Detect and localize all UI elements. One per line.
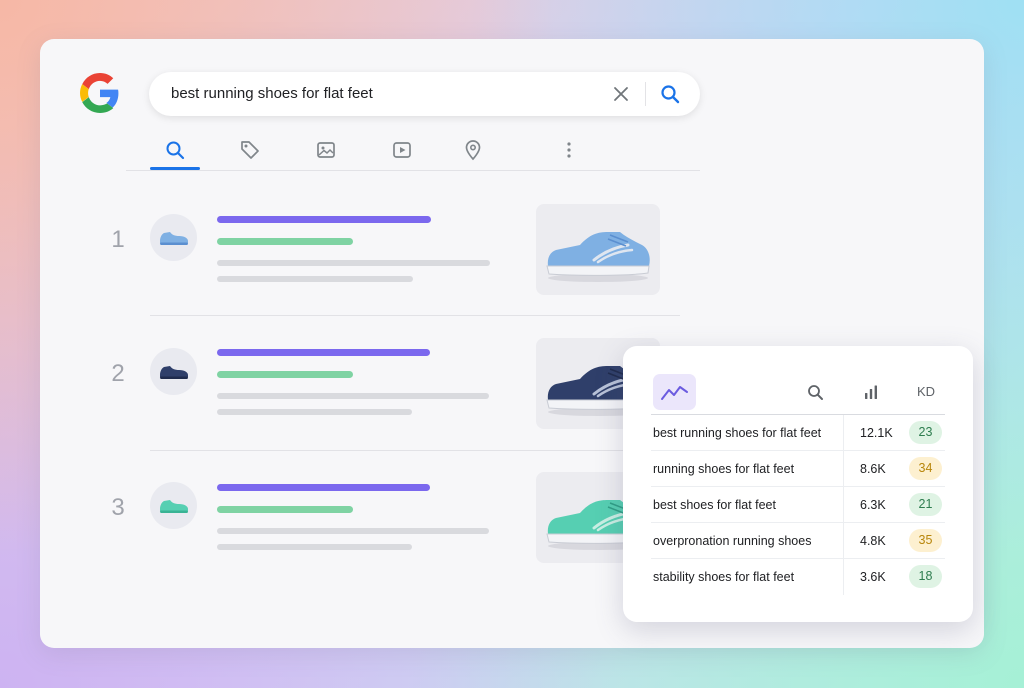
- search-volume-header-search-icon: [808, 385, 823, 400]
- search-volume: 4.8K: [860, 534, 886, 548]
- google-logo-icon[interactable]: [80, 73, 120, 113]
- result-snippet-placeholder: [217, 544, 412, 550]
- search-bar[interactable]: best running shoes for flat feet: [149, 72, 700, 116]
- result-snippet-placeholder: [217, 276, 413, 282]
- kd-badge: 23: [909, 421, 942, 444]
- result-thumbnail-light-blue-shoe[interactable]: [536, 204, 660, 295]
- sneaker-icon: [160, 500, 188, 513]
- tab-shopping-tag-icon[interactable]: [239, 139, 261, 161]
- search-input[interactable]: best running shoes for flat feet: [171, 85, 373, 102]
- result-title-placeholder[interactable]: [217, 349, 430, 356]
- keyword-text: running shoes for flat feet: [653, 462, 795, 476]
- keyword-row[interactable]: best running shoes for flat feet 12.1K 2…: [651, 415, 945, 451]
- search-volume: 12.1K: [860, 426, 893, 440]
- column-divider: [843, 487, 844, 523]
- keyword-row[interactable]: best shoes for flat feet 6.3K 21: [651, 487, 945, 523]
- result-snippet-placeholder: [217, 260, 490, 266]
- trend-button[interactable]: [653, 374, 696, 410]
- result-divider: [150, 450, 680, 451]
- keyword-text: best shoes for flat feet: [653, 498, 776, 512]
- result-title-placeholder[interactable]: [217, 484, 430, 491]
- tab-all-search-icon[interactable]: [164, 139, 186, 161]
- search-bar-divider: [645, 82, 646, 106]
- keyword-row[interactable]: stability shoes for flat feet 3.6K 18: [651, 559, 945, 595]
- result-favicon: [150, 482, 197, 529]
- bar-chart-icon: [865, 385, 877, 399]
- keyword-row[interactable]: overpronation running shoes 4.8K 35: [651, 523, 945, 559]
- trend-line-icon: [661, 386, 688, 400]
- keyword-row[interactable]: running shoes for flat feet 8.6K 34: [651, 451, 945, 487]
- result-rank: 2: [111, 360, 125, 387]
- result-rank: 3: [111, 494, 125, 521]
- result-url-placeholder: [217, 506, 353, 513]
- search-icon[interactable]: [659, 83, 681, 105]
- column-divider: [843, 523, 844, 559]
- keyword-metrics-panel: KD best running shoes for flat feet 12.1…: [623, 346, 973, 622]
- result-url-placeholder: [217, 371, 353, 378]
- result-rank: 1: [111, 226, 125, 253]
- search-volume: 8.6K: [860, 462, 886, 476]
- column-divider: [843, 559, 844, 595]
- tab-images-icon[interactable]: [315, 139, 337, 161]
- column-divider: [843, 451, 844, 487]
- tabs-divider: [126, 170, 700, 171]
- tab-videos-icon[interactable]: [391, 139, 413, 161]
- column-divider: [843, 415, 844, 451]
- tab-maps-location-pin-icon[interactable]: [462, 139, 484, 161]
- search-volume: 3.6K: [860, 570, 886, 584]
- running-shoe-image: [546, 232, 650, 282]
- result-favicon: [150, 214, 197, 261]
- kd-badge: 34: [909, 457, 942, 480]
- result-snippet-placeholder: [217, 528, 489, 534]
- clear-icon[interactable]: [611, 84, 631, 104]
- search-tabs: [150, 137, 700, 171]
- kd-badge: 21: [909, 493, 942, 516]
- result-snippet-placeholder: [217, 409, 412, 415]
- result-divider: [150, 315, 680, 316]
- keyword-text: overpronation running shoes: [653, 534, 812, 548]
- kd-badge: 18: [909, 565, 942, 588]
- result-title-placeholder[interactable]: [217, 216, 431, 223]
- sneaker-icon: [160, 232, 188, 245]
- search-volume: 6.3K: [860, 498, 886, 512]
- result-url-placeholder: [217, 238, 353, 245]
- result-snippet-placeholder: [217, 393, 489, 399]
- keyword-text: stability shoes for flat feet: [653, 570, 795, 584]
- kd-badge: 35: [909, 529, 942, 552]
- tab-more-vertical-icon[interactable]: [558, 139, 580, 161]
- result-favicon: [150, 348, 197, 395]
- sneaker-icon: [160, 366, 188, 379]
- kd-column-header: KD: [917, 384, 936, 399]
- keyword-text: best running shoes for flat feet: [653, 426, 822, 440]
